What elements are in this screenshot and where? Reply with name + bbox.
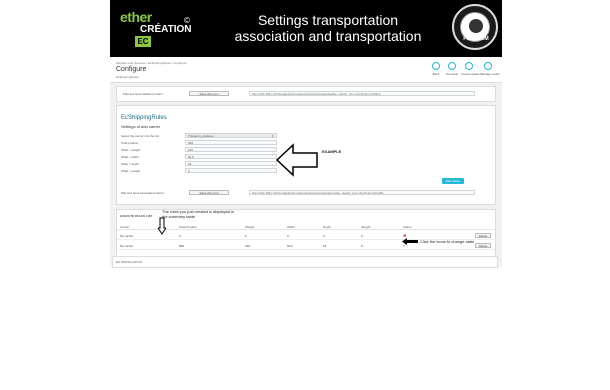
column-header: Depth — [323, 225, 332, 229]
depth-max-input[interactable]: 16 — [185, 161, 277, 166]
form-row-label: What < weight — [121, 169, 141, 173]
cell-total: 999 — [179, 244, 185, 248]
cell-carrier: My carrier — [120, 234, 134, 238]
page-title: Configure — [116, 66, 147, 73]
associate-cron-label: Planned hook associated carrier — [121, 191, 164, 195]
check-update-icon — [465, 62, 473, 70]
column-header: Width — [287, 225, 295, 229]
cell-depth: 16 — [323, 244, 327, 248]
hooks-icon — [484, 62, 492, 70]
weight-max-value: 0 — [188, 169, 190, 173]
toolbar-label: Manage hooks — [480, 72, 500, 76]
form-row-label: Select the carrier into the list — [121, 134, 159, 138]
total-product-value: 999 — [188, 141, 194, 145]
weight-min-value: 150 — [188, 148, 194, 152]
rules-table-title: EXECUTE RULES LIST — [120, 214, 153, 218]
badge-label: PLATINUM — [463, 36, 489, 42]
click-icons-note: Click the icons to change state — [420, 239, 475, 244]
weight-min-input[interactable]: 150 — [185, 147, 277, 152]
section-title: EcShippingRules — [121, 115, 167, 121]
caption-line2: the summary table — [162, 214, 195, 219]
logo-ether-text: ether — [120, 9, 152, 25]
associate-cron-url-field[interactable]: http://192.168.1.10/prestashop/modules/e… — [249, 190, 475, 195]
column-header: Carrier — [120, 225, 130, 229]
banner-title-line1: Settings transportation — [257, 12, 399, 28]
promo-banner: ether CRÉATION © EC Settings transportat… — [110, 0, 502, 57]
disable-cron-label: Planned hook disable product — [123, 92, 163, 96]
page-subtitle: EcShippingRules — [116, 75, 139, 79]
delete-button[interactable]: Delete — [475, 243, 491, 248]
logo-ec-block: EC — [135, 36, 151, 47]
form-row-label: Total product — [121, 141, 139, 145]
toolbar-check-update-button[interactable]: Check update — [461, 62, 480, 80]
cell-weight2: 0 — [361, 244, 363, 248]
depth-max-value: 16 — [188, 162, 192, 166]
add-carrier-button[interactable]: Add carrier — [442, 178, 464, 184]
banner-title-line2: association and transportation — [234, 28, 422, 44]
down-arrow-icon — [158, 217, 166, 235]
breadcrumb[interactable]: Modules and Services / EcShippingRules /… — [116, 61, 186, 65]
cell-weight: 150 — [245, 244, 251, 248]
toolbar-manage-hooks-button[interactable]: Manage hooks — [480, 62, 500, 80]
logo-creation-text: CRÉATION — [140, 24, 192, 35]
column-header: Status — [403, 225, 412, 229]
save-disable-cron-button[interactable]: Save this cron — [189, 91, 229, 96]
form-row-label: What < width — [121, 155, 139, 159]
weight-max-input[interactable]: 0 — [185, 168, 277, 173]
save-associate-cron-button[interactable]: Save this cron — [189, 190, 229, 195]
width-max-value: 60.6 — [188, 155, 194, 159]
section-subtitle: Settings of add carrier — [121, 124, 161, 129]
banner-title: Settings transportation association and … — [218, 12, 438, 44]
rules-table-header: Carrier Total Product Weight Width Depth… — [117, 224, 495, 230]
column-header: Weight — [361, 225, 371, 229]
cell-weight2: 0 — [361, 234, 363, 238]
carrier-select-value: Transport_preferee — [188, 134, 214, 138]
example-label: EXAMPLE — [322, 149, 342, 154]
logo-copyright-mark: © — [184, 16, 190, 25]
toolbar-back-button[interactable]: Back — [428, 62, 444, 80]
page-header: Modules and Services / EcShippingRules /… — [110, 57, 502, 83]
platinum-partner-badge: PLATINUM — [452, 4, 498, 50]
table-caption: The rules you just created is displayed … — [162, 209, 234, 219]
column-header: Weight — [245, 225, 255, 229]
column-header: Total Product — [179, 225, 197, 229]
disable-cron-panel: Planned hook disable product Save this c… — [116, 86, 496, 102]
left-arrow-icon — [402, 238, 418, 245]
cell-depth: 0 — [323, 234, 325, 238]
screenshot-root: ether CRÉATION © EC Settings transportat… — [0, 0, 610, 390]
cell-width: 60.6 — [287, 244, 293, 248]
chevron-down-icon: ▾ — [272, 134, 274, 138]
cell-carrier: My carrier — [120, 244, 134, 248]
total-product-input[interactable]: 999 — [185, 140, 277, 145]
toolbar-label: Translate — [445, 72, 459, 76]
installation-panel: EC INSTALLATION — [112, 256, 498, 268]
translate-icon — [448, 62, 456, 70]
puffin-icon — [469, 19, 483, 33]
back-icon — [432, 62, 440, 70]
disable-cron-url-field[interactable]: http://192.168.1.10/prestashop/modules/e… — [249, 91, 475, 96]
installation-label: EC INSTALLATION — [116, 260, 142, 264]
carrier-select[interactable]: Transport_preferee ▾ — [185, 133, 277, 138]
toolbar-label: Back — [432, 72, 440, 76]
width-max-input[interactable]: 60.6 — [185, 154, 277, 159]
cell-weight: 0 — [245, 234, 247, 238]
toolbar-translate-button[interactable]: Translate — [444, 62, 460, 80]
form-row-label: What > weight — [121, 148, 141, 152]
toolbar-label: Check update — [461, 72, 480, 76]
delete-button[interactable]: Delete — [475, 233, 491, 238]
cell-width: 0 — [287, 234, 289, 238]
ether-creation-logo: ether CRÉATION © EC — [120, 9, 200, 49]
example-arrow-icon — [275, 143, 318, 177]
form-row-label: What < depth — [121, 162, 139, 166]
cell-total: 0 — [179, 234, 181, 238]
